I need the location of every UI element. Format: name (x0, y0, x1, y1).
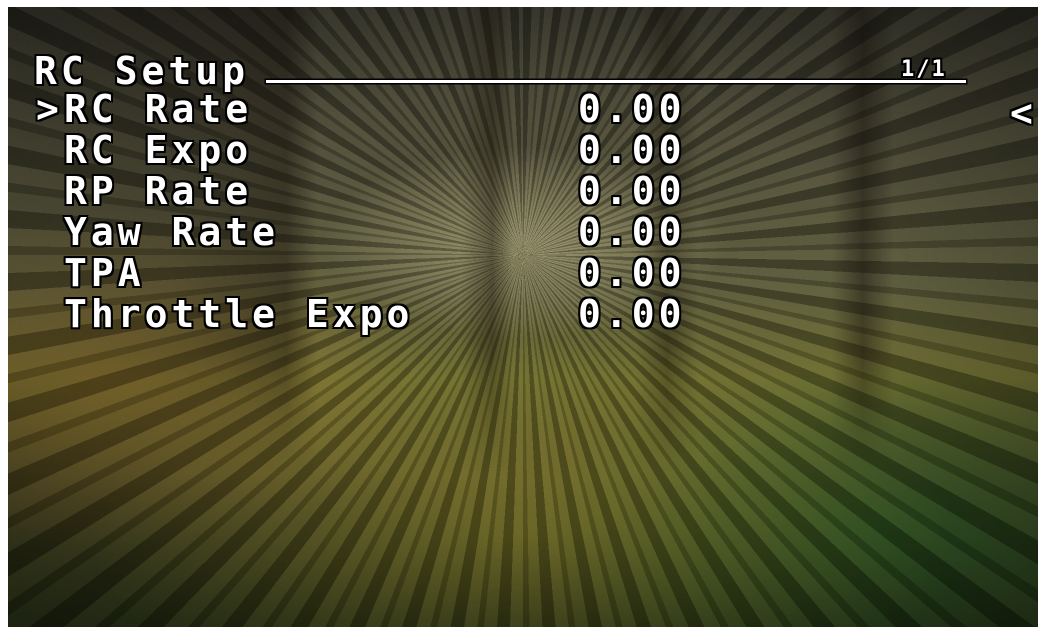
menu-list: > RC Rate 0.00 RC Expo 0.00 RP Rate 0.00… (36, 89, 716, 335)
chevron-right-icon: > (36, 87, 63, 131)
menu-item-label: RC Rate (64, 87, 253, 131)
menu-item-value[interactable]: 0.00 (578, 253, 686, 294)
menu-item-value[interactable]: 0.00 (578, 171, 686, 212)
menu-item-value[interactable]: 0.00 (578, 294, 686, 335)
menu-item-label: Throttle Expo (64, 292, 414, 336)
menu-item-value[interactable]: 0.00 (578, 130, 686, 171)
page-indicator: 1/1 (901, 57, 947, 82)
menu-item-value[interactable]: 0.00 (578, 212, 686, 253)
camera-feed: RC Setup 1/1 > RC Rate 0.00 RC Expo 0.00… (8, 7, 1038, 627)
menu-item-rc-rate[interactable]: > RC Rate 0.00 (36, 89, 716, 130)
chevron-left-icon[interactable]: < (1010, 93, 1033, 134)
menu-item-rp-rate[interactable]: RP Rate 0.00 (36, 171, 716, 212)
osd-menu: RC Setup 1/1 > RC Rate 0.00 RC Expo 0.00… (8, 7, 1038, 627)
menu-item-label: Yaw Rate (64, 210, 280, 254)
menu-item-tpa[interactable]: TPA 0.00 (36, 253, 716, 294)
menu-item-value[interactable]: 0.00 (578, 89, 686, 130)
menu-item-label: RP Rate (64, 169, 253, 213)
menu-item-label: RC Expo (64, 128, 253, 172)
menu-item-rc-expo[interactable]: RC Expo 0.00 (36, 130, 716, 171)
title-underline (266, 80, 966, 83)
menu-item-throttle-expo[interactable]: Throttle Expo 0.00 (36, 294, 716, 335)
menu-item-yaw-rate[interactable]: Yaw Rate 0.00 (36, 212, 716, 253)
menu-item-label: TPA (64, 251, 145, 295)
